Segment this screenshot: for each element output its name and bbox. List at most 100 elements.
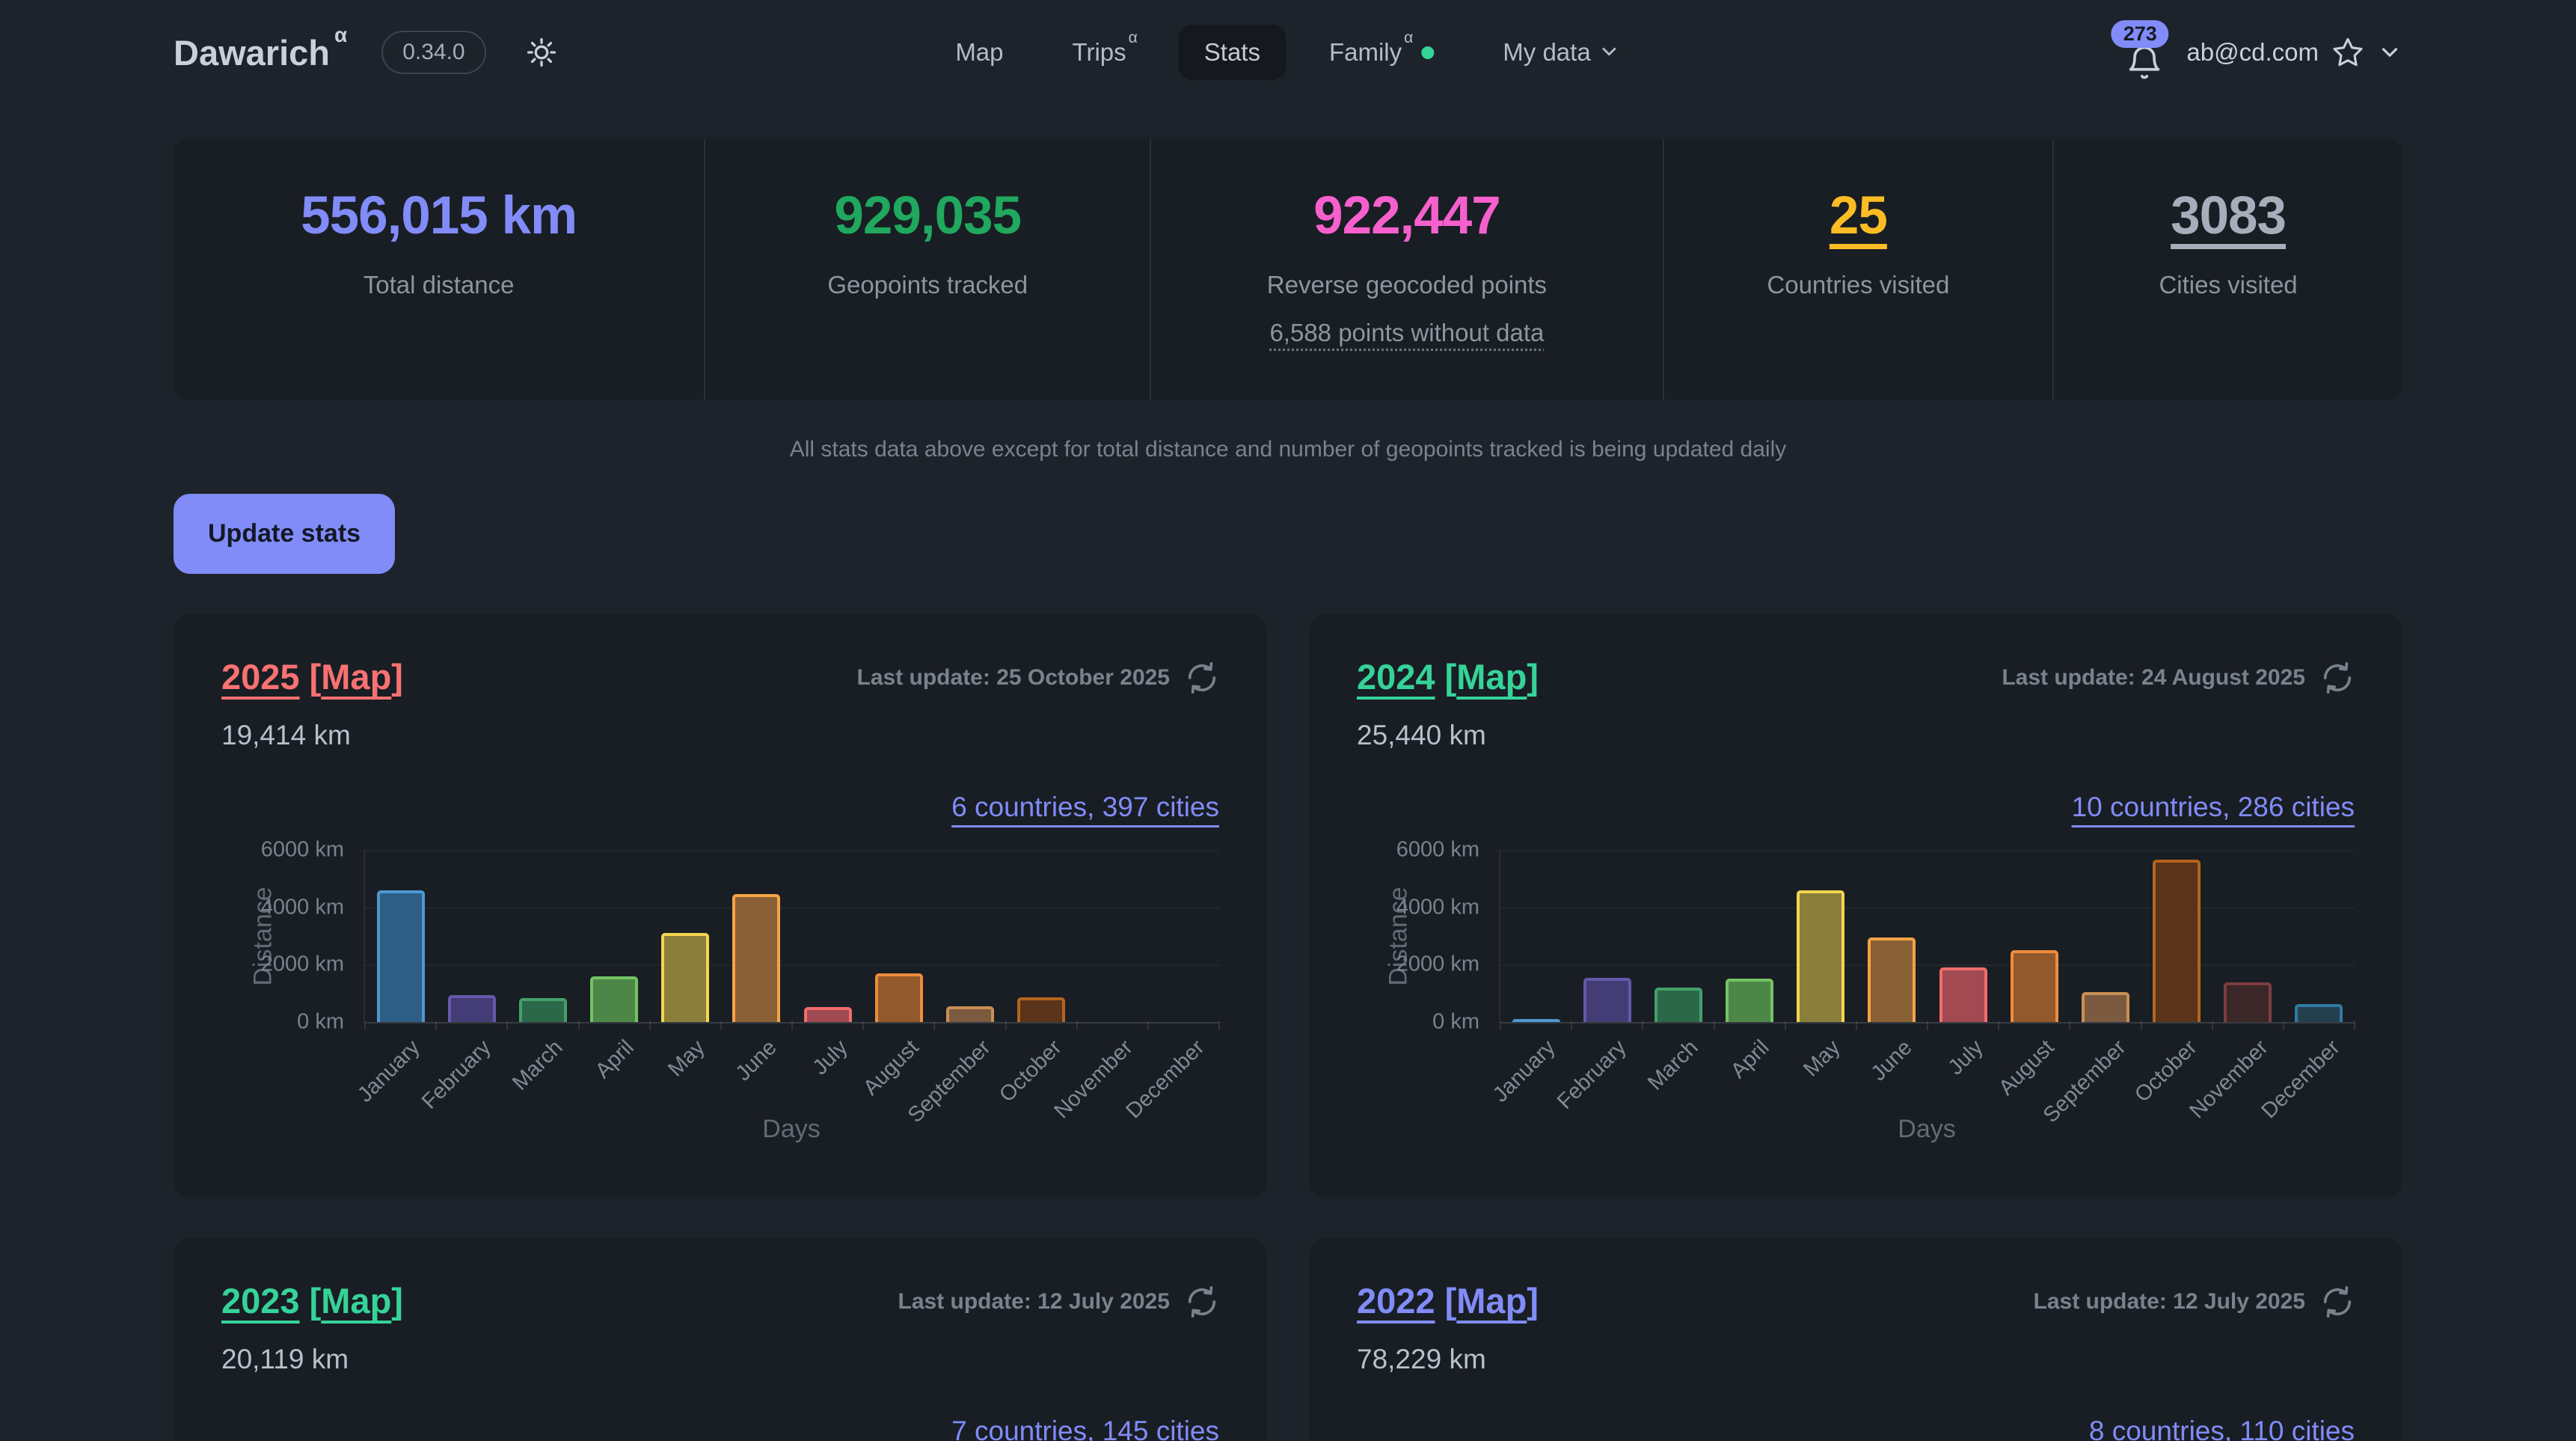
bar-july[interactable] <box>804 1007 852 1022</box>
year-link-2024[interactable]: 2024 <box>1357 657 1435 697</box>
bar-august[interactable] <box>2011 950 2058 1022</box>
countries-cities-link[interactable]: 8 countries, 110 cities <box>2089 1416 2355 1441</box>
bracket-open: [ <box>300 1281 322 1321</box>
stat-cities-visited: 3083Cities visited <box>2052 139 2402 400</box>
year-map-link-2022[interactable]: Map <box>1456 1281 1527 1321</box>
x-tick-label-july: July <box>1944 1035 1989 1080</box>
notifications-button[interactable]: 273 <box>2125 23 2164 82</box>
stat-value: 3083 <box>2171 187 2286 245</box>
refresh-icon[interactable] <box>1185 1285 1219 1319</box>
bar-august[interactable] <box>875 973 923 1022</box>
main-nav: MapTripsαStatsFamilyαMy data <box>930 0 1646 105</box>
x-tick-label-june: June <box>1866 1035 1917 1086</box>
bar-september[interactable] <box>2082 992 2129 1022</box>
year-title: 2024 [Map] <box>1357 656 1539 697</box>
brand-text: Dawarich <box>174 33 330 73</box>
y-tick-label: 2000 km <box>261 952 344 977</box>
bar-april[interactable] <box>1726 979 1773 1022</box>
bracket-close: ] <box>391 657 403 697</box>
gridline <box>1500 908 2355 909</box>
bar-march[interactable] <box>1655 988 1702 1022</box>
x-tick-label-february: February <box>417 1035 496 1114</box>
stat-label: Reverse geocoded points <box>1267 271 1547 299</box>
card-header: 2024 [Map] Last update: 24 August 2025 <box>1357 656 2355 697</box>
bracket-open: [ <box>1435 657 1457 697</box>
x-axis-labels: JanuaryFebruaryMarchAprilMayJuneJulyAugu… <box>1499 1022 2355 1112</box>
bar-may[interactable] <box>1797 890 1844 1022</box>
bar-december[interactable] <box>2295 1004 2343 1022</box>
gridline <box>365 908 1219 909</box>
x-tick-label-january: January <box>1488 1035 1560 1107</box>
bar-february[interactable] <box>448 995 496 1022</box>
refresh-icon[interactable] <box>2320 1285 2355 1319</box>
theme-toggle-button[interactable] <box>525 36 558 69</box>
last-update-label: Last update: 12 July 2025 <box>2034 1289 2306 1315</box>
nav-link-label: Stats <box>1204 38 1260 66</box>
bar-june[interactable] <box>1868 937 1916 1022</box>
summary-stats-panel: 556,015 kmTotal distance929,035Geopoints… <box>174 139 2402 400</box>
gridline <box>365 964 1219 966</box>
stat-label: Total distance <box>364 271 515 299</box>
year-link-2023[interactable]: 2023 <box>221 1281 300 1321</box>
nav-link-alpha-sup: α <box>1404 29 1413 46</box>
version-badge: 0.34.0 <box>381 31 485 74</box>
nav-link-map[interactable]: Map <box>930 25 1028 80</box>
year-link-2022[interactable]: 2022 <box>1357 1281 1435 1321</box>
bar-september[interactable] <box>946 1006 994 1022</box>
x-tick-label-october: October <box>995 1035 1067 1107</box>
bar-july[interactable] <box>1939 967 1987 1022</box>
bar-april[interactable] <box>590 976 638 1022</box>
x-tick-label-january: January <box>353 1035 425 1107</box>
y-tick-label: 2000 km <box>1396 952 1479 977</box>
year-distance: 25,440 km <box>1357 720 2355 751</box>
bar-march[interactable] <box>519 998 567 1022</box>
bar-january[interactable] <box>377 890 425 1022</box>
bracket-close: ] <box>391 1281 403 1321</box>
year-map-link-2023[interactable]: Map <box>321 1281 391 1321</box>
x-axis-title: Days <box>364 1115 1219 1144</box>
nav-link-my-data[interactable]: My data <box>1477 25 1646 80</box>
last-update-label: Last update: 24 August 2025 <box>2002 665 2305 691</box>
refresh-icon[interactable] <box>1185 661 1219 695</box>
countries-cities-link[interactable]: 10 countries, 286 cities <box>2072 792 2355 822</box>
plot-area <box>364 850 1219 1022</box>
user-menu[interactable]: ab@cd.com <box>2186 35 2402 70</box>
bar-october[interactable] <box>1017 997 1065 1022</box>
year-card-2023: 2023 [Map]Last update: 12 July 202520,11… <box>174 1238 1267 1441</box>
year-link-2025[interactable]: 2025 <box>221 657 300 697</box>
nav-link-trips[interactable]: Tripsα <box>1047 25 1161 80</box>
bar-june[interactable] <box>732 894 780 1022</box>
countries-cities-row: 6 countries, 397 cities <box>221 792 1219 823</box>
x-tick-label-june: June <box>731 1035 782 1086</box>
nav-link-stats[interactable]: Stats <box>1179 25 1286 80</box>
last-update: Last update: 25 October 2025 <box>857 661 1219 695</box>
last-update-label: Last update: 25 October 2025 <box>857 665 1170 691</box>
countries-cities-link[interactable]: 7 countries, 145 cities <box>951 1416 1219 1441</box>
y-axis-ticks: 6000 km4000 km2000 km0 km <box>1357 850 1482 1022</box>
stat-label: Countries visited <box>1767 271 1949 299</box>
bar-may[interactable] <box>661 933 709 1022</box>
nav-link-alpha-sup: α <box>1129 29 1138 46</box>
refresh-icon[interactable] <box>2320 661 2355 695</box>
bracket-open: [ <box>1435 1281 1457 1321</box>
y-tick-label: 6000 km <box>261 838 344 863</box>
points-without-data-link[interactable]: 6,588 points without data <box>1269 319 1544 347</box>
navbar-right: 273 ab@cd.com <box>2125 23 2402 82</box>
year-cards-grid: 2025 [Map]Last update: 25 October 202519… <box>174 614 2402 1441</box>
brand-alpha-sup: α <box>334 23 347 46</box>
nav-link-family[interactable]: Familyα <box>1304 25 1459 80</box>
bar-november[interactable] <box>2224 982 2272 1022</box>
last-update: Last update: 24 August 2025 <box>2002 661 2355 695</box>
update-stats-button[interactable]: Update stats <box>174 494 395 574</box>
year-map-link-2025[interactable]: Map <box>321 657 391 697</box>
bar-february[interactable] <box>1583 978 1631 1022</box>
x-tick-label-august: August <box>1995 1035 2060 1101</box>
nav-link-label: Family <box>1329 38 1402 66</box>
brand-logo[interactable]: Dawarichα <box>174 32 343 73</box>
bar-october[interactable] <box>2153 860 2201 1022</box>
countries-cities-link[interactable]: 6 countries, 397 cities <box>951 792 1219 822</box>
year-map-link-2024[interactable]: Map <box>1456 657 1527 697</box>
y-tick-label: 0 km <box>1432 1010 1479 1035</box>
x-tick-label-february: February <box>1553 1035 1631 1114</box>
x-tick-label-may: May <box>664 1035 711 1082</box>
